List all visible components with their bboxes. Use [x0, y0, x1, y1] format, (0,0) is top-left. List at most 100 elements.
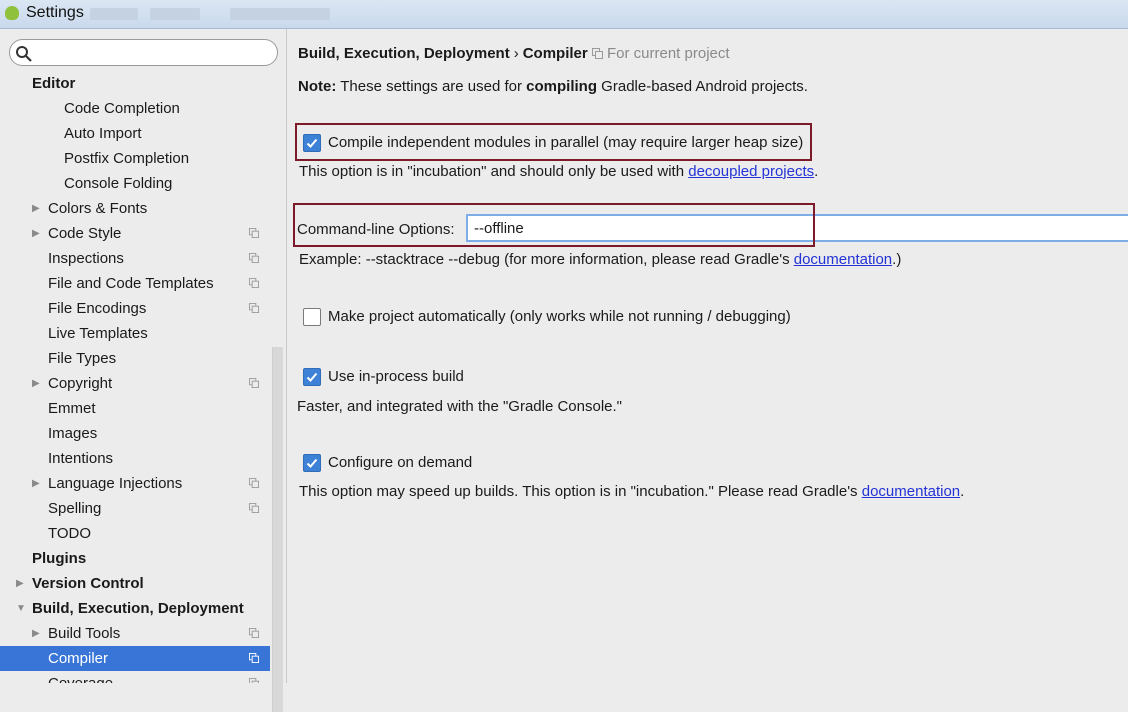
- in-process-build-option[interactable]: Use in-process build: [303, 366, 503, 388]
- sidebar-item-images[interactable]: Images: [0, 421, 270, 446]
- project-scope-icon: [249, 253, 259, 263]
- background-window-tab: [150, 8, 200, 20]
- command-line-options-label: Command-line Options:: [297, 221, 455, 238]
- sidebar-item-build-execution-deployment[interactable]: ▼ Build, Execution, Deployment: [0, 596, 270, 621]
- sidebar-item-spelling[interactable]: Spelling: [0, 496, 270, 521]
- command-line-options-input[interactable]: [466, 214, 1128, 242]
- configure-on-demand-checkbox[interactable]: [303, 454, 321, 472]
- sidebar-item-colors-fonts[interactable]: ▶ Colors & Fonts: [0, 196, 270, 221]
- sidebar-item-build-tools[interactable]: ▶ Build Tools: [0, 621, 270, 646]
- description-text: This option is in "incubation" and shoul…: [299, 163, 689, 180]
- settings-search-box[interactable]: [9, 39, 278, 66]
- description-text: .): [892, 251, 902, 268]
- sidebar-item-label: File Encodings: [48, 300, 147, 317]
- sidebar-item-coverage[interactable]: Coverage: [0, 671, 270, 683]
- sidebar-item-inspections[interactable]: Inspections: [0, 246, 270, 271]
- sidebar-item-label: Images: [48, 425, 98, 442]
- command-line-example: Example: --stacktrace --debug (for more …: [299, 251, 901, 268]
- sidebar-item-live-templates[interactable]: Live Templates: [0, 321, 270, 346]
- chevron-right-icon[interactable]: ▶: [32, 371, 44, 396]
- sidebar-item-label: Language Injections: [48, 475, 183, 492]
- decoupled-projects-link[interactable]: decoupled projects: [688, 163, 814, 180]
- settings-tree: Editor Code Completion Auto Import Postfix …: [0, 73, 272, 683]
- chevron-right-icon[interactable]: ▶: [32, 471, 44, 496]
- documentation-link[interactable]: documentation: [794, 251, 892, 268]
- project-scope-icon: [249, 503, 259, 513]
- description-text: This option may speed up builds. This op…: [299, 483, 862, 500]
- sidebar-item-console-folding[interactable]: Console Folding: [0, 171, 270, 196]
- project-scope-label: For current project: [592, 45, 730, 62]
- sidebar-item-label: Console Folding: [64, 175, 173, 192]
- sidebar-item-label: Copyright: [48, 375, 113, 392]
- parallel-compile-label: Compile independent modules in parallel …: [328, 134, 804, 151]
- sidebar-item-label: Colors & Fonts: [48, 200, 148, 217]
- configure-on-demand-option[interactable]: Configure on demand: [303, 452, 503, 474]
- sidebar-item-label: Emmet: [48, 400, 96, 417]
- note-text-part: Gradle-based Android projects.: [597, 78, 808, 95]
- project-scope-icon: [249, 678, 259, 683]
- project-scope-icon: [249, 378, 259, 388]
- chevron-right-icon[interactable]: ▶: [32, 621, 44, 646]
- sidebar-item-label: Live Templates: [48, 325, 148, 342]
- sidebar-item-version-control[interactable]: ▶ Version Control: [0, 571, 270, 596]
- documentation-link[interactable]: documentation: [862, 483, 960, 500]
- note-prefix: Note:: [298, 78, 337, 95]
- sidebar-item-todo[interactable]: TODO: [0, 521, 270, 546]
- description-text: .: [814, 163, 819, 180]
- sidebar-item-label: Auto Import: [64, 125, 142, 142]
- sidebar-item-postfix-completion[interactable]: Postfix Completion: [0, 146, 270, 171]
- search-input[interactable]: [40, 43, 274, 64]
- project-scope-icon: [249, 653, 259, 663]
- sidebar-item-language-injections[interactable]: ▶ Language Injections: [0, 471, 270, 496]
- sidebar-item-plugins[interactable]: Plugins: [0, 546, 270, 571]
- sidebar-scrollbar[interactable]: [272, 347, 283, 712]
- in-process-build-label: Use in-process build: [328, 368, 464, 385]
- sidebar-item-label: Build, Execution, Deployment: [32, 600, 244, 617]
- sidebar-item-editor[interactable]: Editor: [0, 73, 270, 96]
- sidebar-item-label: Editor: [32, 75, 76, 92]
- project-scope-icon: [249, 228, 259, 238]
- make-project-automatically-option[interactable]: Make project automatically (only works w…: [303, 306, 823, 328]
- android-studio-app-icon: [5, 6, 19, 20]
- sidebar-item-label: Code Completion: [64, 100, 180, 117]
- sidebar-item-label: Code Style: [48, 225, 122, 242]
- chevron-right-icon[interactable]: ▶: [16, 571, 28, 596]
- checkmark-icon: [306, 138, 318, 148]
- description-text: Example: --stacktrace --debug (for more …: [299, 251, 794, 268]
- make-project-automatically-checkbox[interactable]: [303, 308, 321, 326]
- sidebar-item-label: TODO: [48, 525, 92, 542]
- sidebar-item-compiler[interactable]: Compiler: [0, 646, 270, 671]
- sidebar-item-copyright[interactable]: ▶ Copyright: [0, 371, 270, 396]
- sidebar-item-intentions[interactable]: Intentions: [0, 446, 270, 471]
- search-icon: [16, 46, 32, 62]
- sidebar-item-code-style[interactable]: ▶ Code Style: [0, 221, 270, 246]
- sidebar-item-file-encodings[interactable]: File Encodings: [0, 296, 270, 321]
- sidebar-item-auto-import[interactable]: Auto Import: [0, 121, 270, 146]
- sidebar-item-label: File and Code Templates: [48, 275, 214, 292]
- sidebar-item-emmet[interactable]: Emmet: [0, 396, 270, 421]
- sidebar-item-file-types[interactable]: File Types: [0, 346, 270, 371]
- configure-on-demand-description: This option may speed up builds. This op…: [299, 483, 964, 500]
- sidebar-item-label: Build Tools: [48, 625, 121, 642]
- sidebar-item-code-completion[interactable]: Code Completion: [0, 96, 270, 121]
- project-scope-icon: [249, 278, 259, 288]
- chevron-down-icon[interactable]: ▼: [16, 596, 28, 621]
- sidebar-item-file-and-code-templates[interactable]: File and Code Templates: [0, 271, 270, 296]
- sidebar-item-label: Version Control: [32, 575, 144, 592]
- breadcrumb-parent: Build, Execution, Deployment: [298, 45, 510, 62]
- chevron-right-icon[interactable]: ▶: [32, 196, 44, 221]
- chevron-right-icon[interactable]: ▶: [32, 221, 44, 246]
- configure-on-demand-label: Configure on demand: [328, 454, 473, 471]
- parallel-compile-option[interactable]: Compile independent modules in parallel …: [303, 132, 803, 154]
- background-window-tab: [230, 8, 330, 20]
- note-text: Note: These settings are used for compil…: [298, 78, 808, 95]
- project-scope-text: For current project: [607, 45, 730, 62]
- project-scope-icon: [249, 303, 259, 313]
- sidebar-item-label: Coverage: [48, 671, 113, 683]
- sidebar-item-label: File Types: [48, 350, 117, 367]
- description-text: .: [960, 483, 965, 500]
- make-project-automatically-label: Make project automatically (only works w…: [328, 308, 791, 325]
- parallel-compile-checkbox[interactable]: [303, 134, 321, 152]
- in-process-build-checkbox[interactable]: [303, 368, 321, 386]
- parallel-compile-description: This option is in "incubation" and shoul…: [299, 163, 818, 180]
